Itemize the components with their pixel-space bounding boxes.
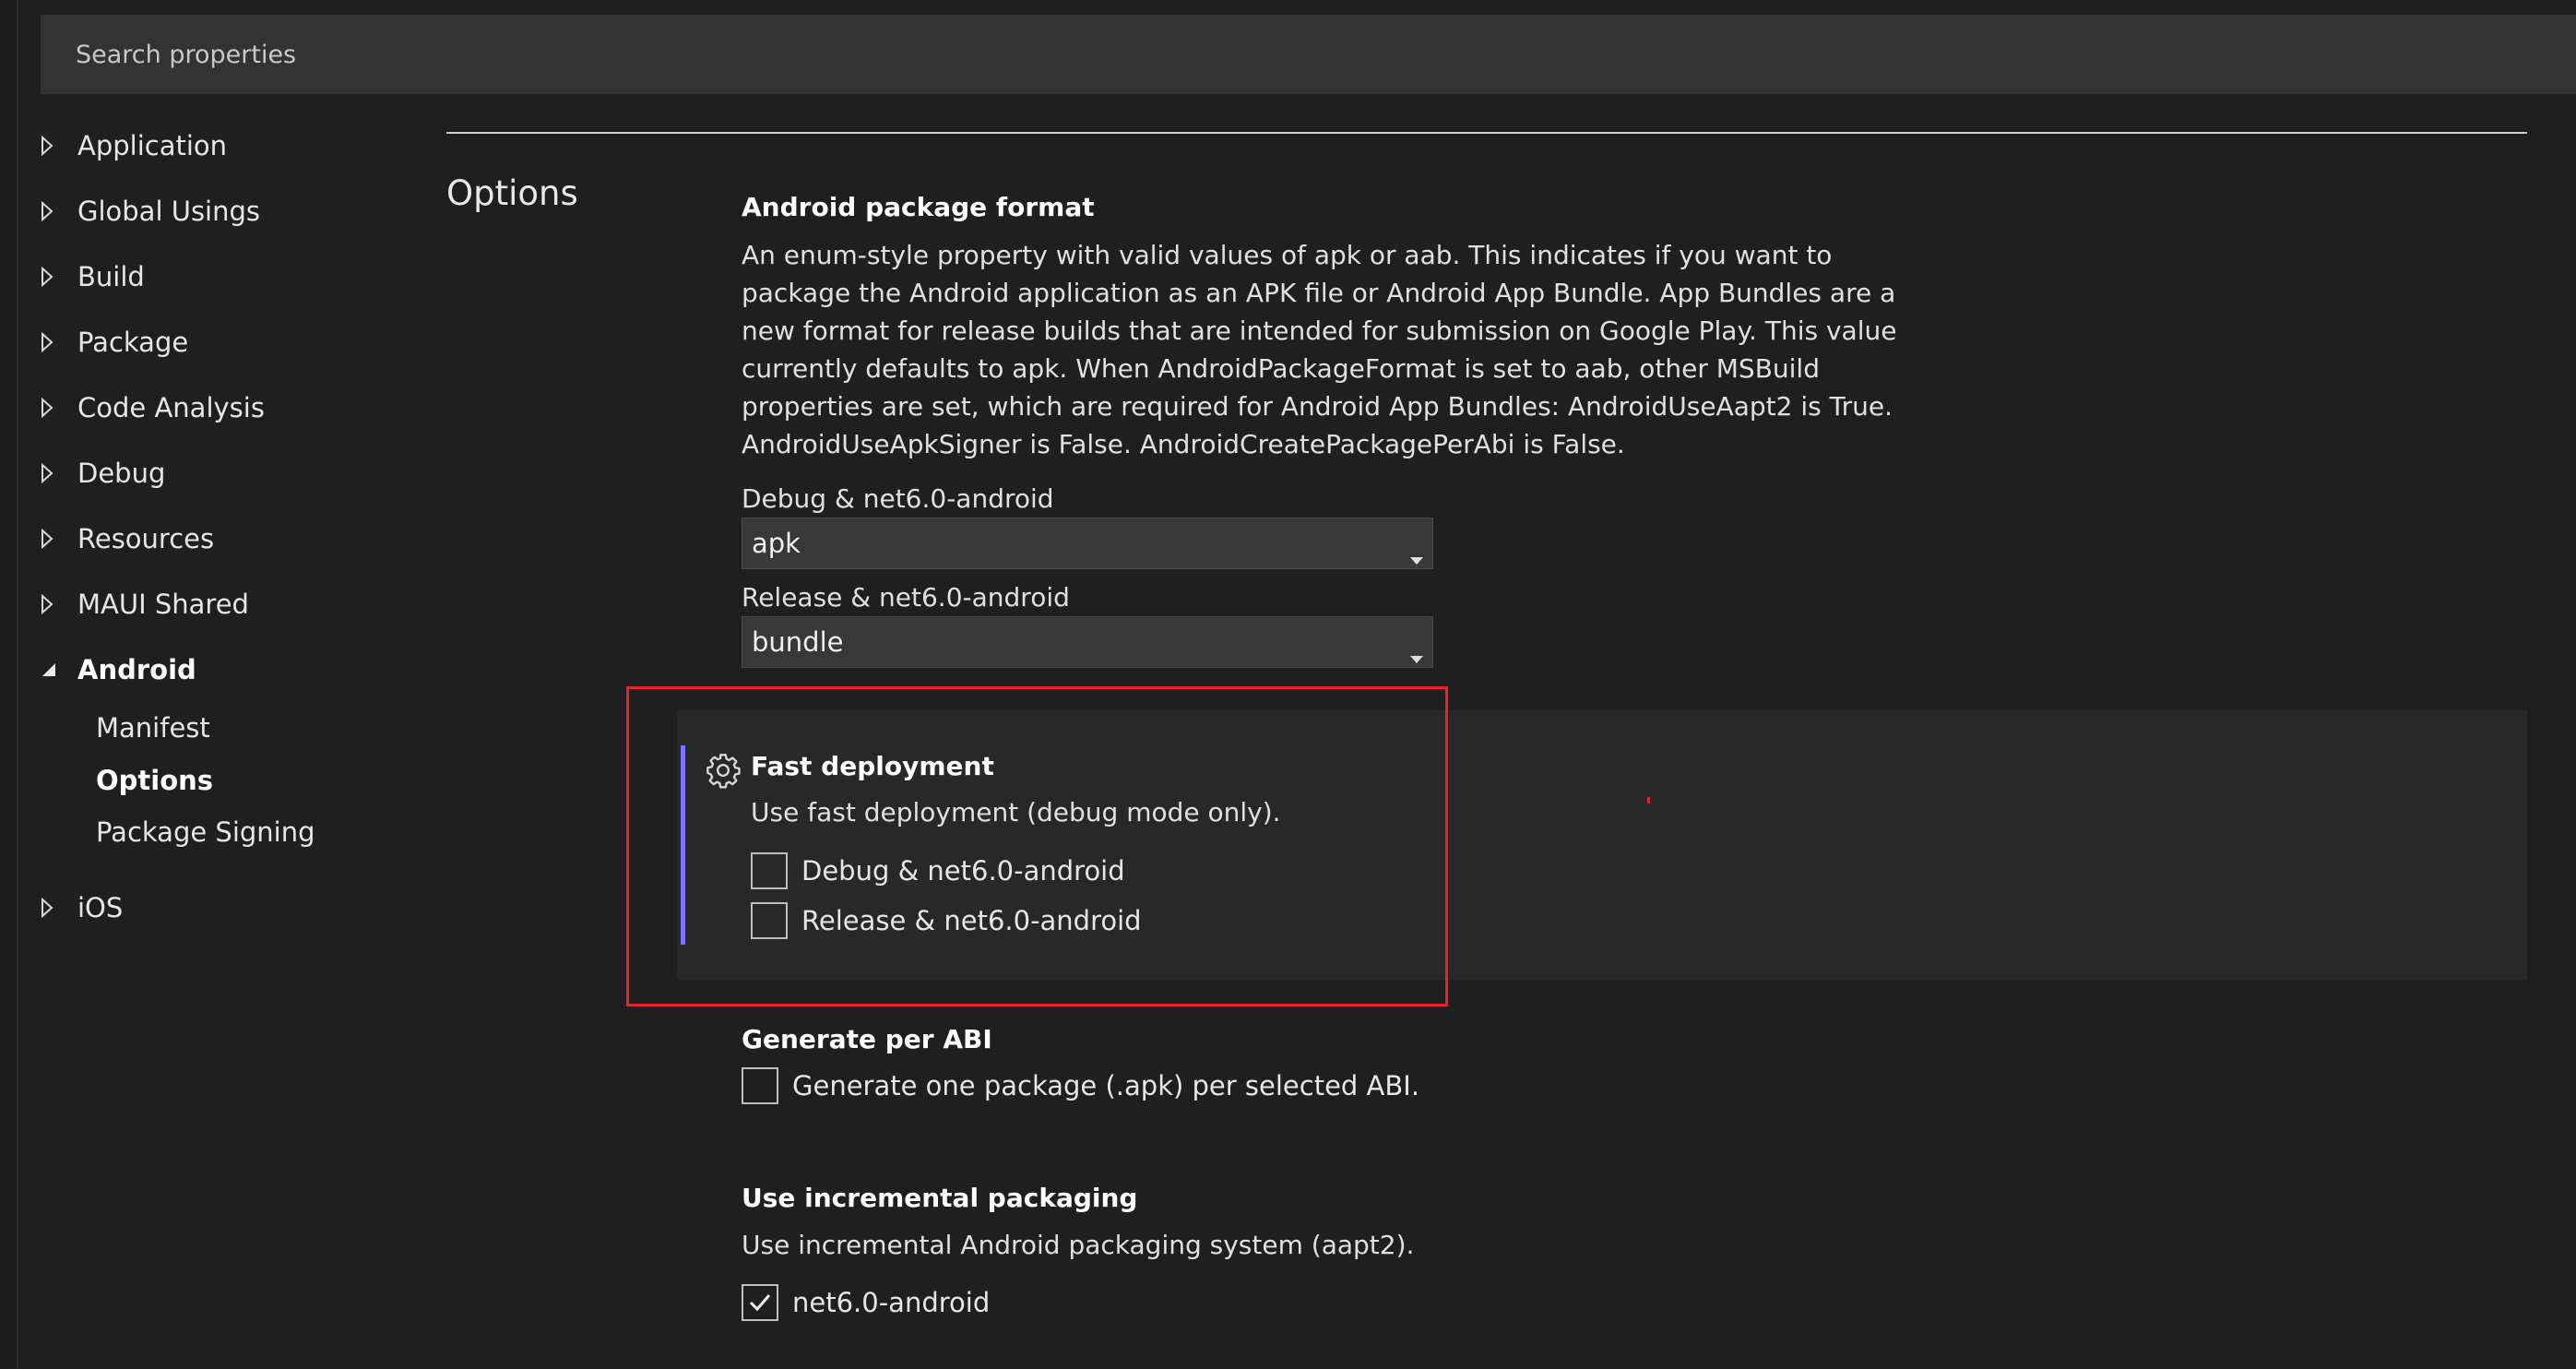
- nav-subitem-package-signing[interactable]: Package Signing: [96, 809, 315, 855]
- triangle-right-icon: [41, 447, 77, 499]
- nav-item-label: Build: [77, 261, 145, 292]
- nav-item-label: Debug: [77, 458, 166, 489]
- per-abi-option[interactable]: Generate one package (.apk) per selected…: [742, 1067, 1419, 1104]
- package-format-release-label: Release & net6.0-android: [742, 582, 1070, 613]
- nav-item-label: Code Analysis: [77, 392, 265, 423]
- incremental-packaging-description: Use incremental Android packaging system…: [742, 1230, 1415, 1260]
- nav-item-label: Package: [77, 327, 189, 358]
- nav-item-android[interactable]: Android: [41, 644, 196, 696]
- nav-item-label: Android: [77, 654, 196, 685]
- nav-item-label: iOS: [77, 892, 124, 923]
- per-abi-title: Generate per ABI: [742, 1024, 992, 1054]
- per-abi-checkbox[interactable]: [742, 1067, 778, 1104]
- triangle-right-icon: [41, 185, 77, 237]
- nav-item-global-usings[interactable]: Global Usings: [41, 185, 260, 237]
- nav-item-build[interactable]: Build: [41, 251, 145, 303]
- section-divider: [446, 132, 2527, 134]
- package-format-title: Android package format: [742, 192, 1095, 222]
- nav-item-label: Resources: [77, 523, 215, 554]
- annotation-mark: [1647, 797, 1650, 804]
- nav-item-package[interactable]: Package: [41, 316, 188, 368]
- package-format-release-select[interactable]: bundle: [742, 616, 1433, 668]
- checkbox-label: Generate one package (.apk) per selected…: [792, 1070, 1420, 1101]
- select-value: apk: [752, 528, 801, 559]
- chevron-down-icon: [1410, 540, 1423, 571]
- nav-subitem-manifest[interactable]: Manifest: [96, 705, 210, 751]
- nav-item-debug[interactable]: Debug: [41, 447, 165, 499]
- checkmark-icon: [749, 1294, 771, 1312]
- nav-item-label: Global Usings: [77, 196, 261, 227]
- incremental-packaging-checkbox[interactable]: [742, 1284, 778, 1321]
- section-title: Options: [446, 173, 578, 213]
- nav-item-ios[interactable]: iOS: [41, 882, 123, 934]
- triangle-right-icon: [41, 251, 77, 303]
- chevron-down-icon: [1410, 638, 1423, 670]
- package-format-description: An enum-style property with valid values…: [742, 240, 1897, 459]
- package-format-debug-select[interactable]: apk: [742, 518, 1433, 569]
- project-properties-window: Application Global Usings Build Package …: [0, 0, 2576, 1369]
- incremental-packaging-option[interactable]: net6.0-android: [742, 1284, 990, 1321]
- triangle-right-icon: [41, 382, 77, 434]
- incremental-packaging-title: Use incremental packaging: [742, 1183, 1138, 1213]
- triangle-down-icon: [41, 644, 77, 696]
- nav-item-application[interactable]: Application: [41, 120, 227, 172]
- nav-item-label: Application: [77, 130, 228, 161]
- nav-item-label: MAUI Shared: [77, 589, 249, 620]
- package-format-debug-label: Debug & net6.0-android: [742, 483, 1054, 514]
- nav-item-code-analysis[interactable]: Code Analysis: [41, 382, 265, 434]
- triangle-right-icon: [41, 882, 77, 934]
- highlight-annotation-box: [626, 686, 1448, 1006]
- triangle-right-icon: [41, 513, 77, 565]
- nav-item-maui-shared[interactable]: MAUI Shared: [41, 578, 249, 630]
- checkbox-label: net6.0-android: [792, 1287, 991, 1318]
- nav-item-resources[interactable]: Resources: [41, 513, 214, 565]
- nav-subitem-options[interactable]: Options: [96, 757, 213, 804]
- search-input[interactable]: [41, 15, 2576, 94]
- property-nav-tree: Application Global Usings Build Package …: [0, 0, 406, 1369]
- triangle-right-icon: [41, 120, 77, 172]
- triangle-right-icon: [41, 316, 77, 368]
- select-value: bundle: [752, 626, 844, 658]
- triangle-right-icon: [41, 578, 77, 630]
